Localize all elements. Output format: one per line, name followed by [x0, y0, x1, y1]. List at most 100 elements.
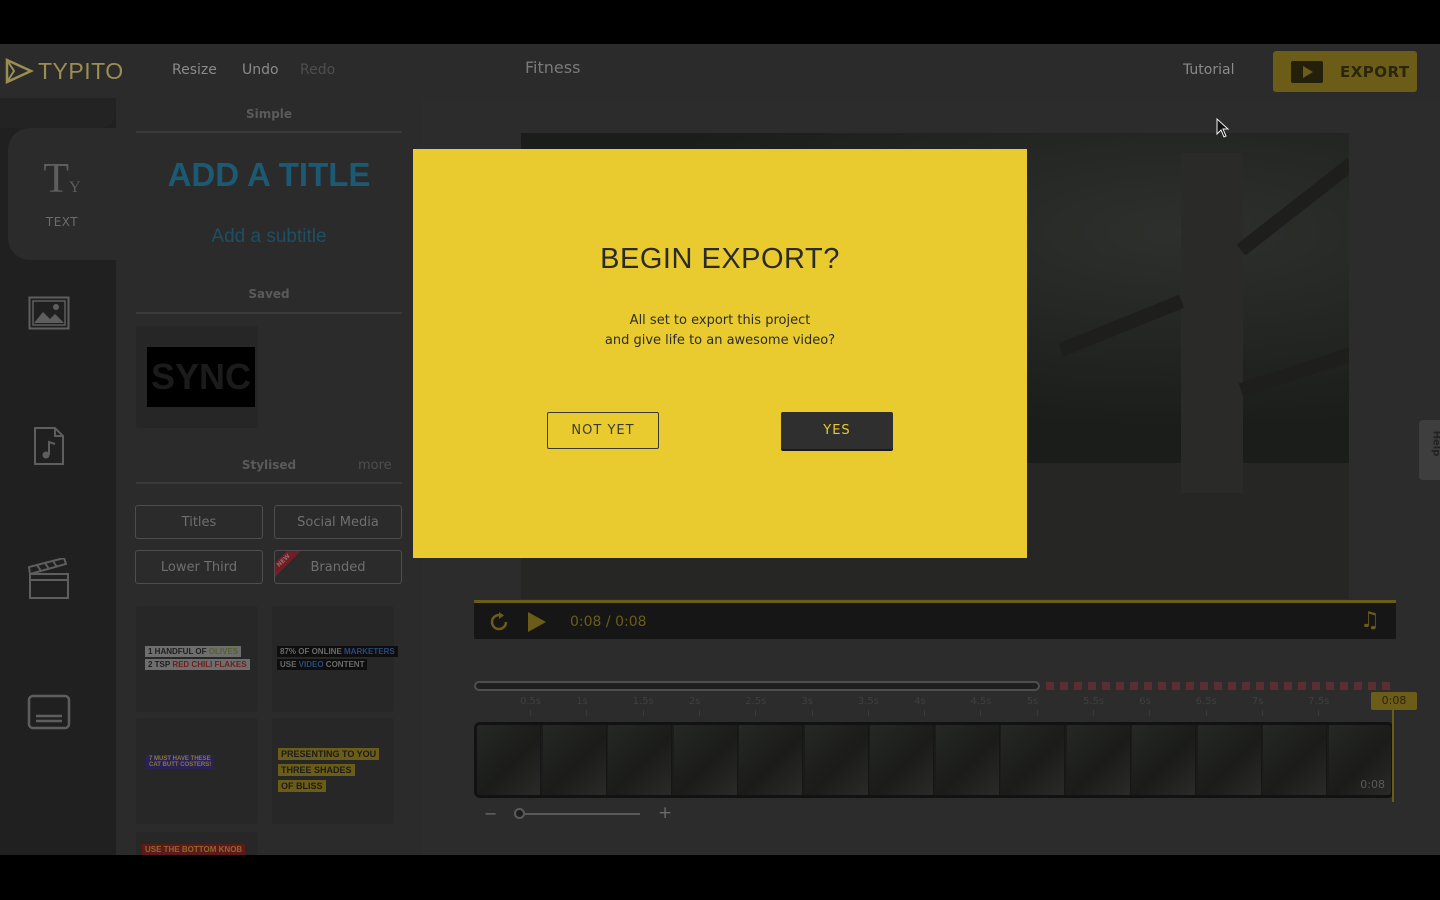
timeline-zoom: − + [480, 803, 680, 824]
playhead-time-label[interactable]: 0:08 [1371, 692, 1417, 710]
play-icon[interactable] [528, 612, 546, 632]
new-badge: NEW [275, 551, 301, 578]
template-text: 1 HANDFUL OF OLIVES [145, 646, 242, 657]
timeline-tick-label: 2s [688, 696, 701, 707]
rail-item-music[interactable] [33, 426, 65, 466]
timeline-tick-label: 3s [801, 696, 814, 707]
export-button[interactable]: EXPORT [1273, 51, 1417, 92]
clapperboard-icon [28, 558, 69, 599]
audio-track-bar[interactable] [474, 681, 1040, 691]
timeline-tick-mark [867, 710, 869, 716]
zoom-out-icon[interactable]: − [484, 804, 497, 823]
template-text: OF BLISS [278, 780, 326, 792]
logo-text: TYPITO [38, 57, 124, 84]
filmstrip-frame [1197, 725, 1262, 795]
filmstrip-frame [870, 725, 934, 795]
rail-item-text[interactable]: TY TEXT [30, 158, 94, 229]
timeline-tick-label: 5.5s [1083, 696, 1105, 707]
zoom-slider-knob[interactable] [514, 808, 525, 819]
fence-post [1181, 153, 1243, 493]
timeline-tick-label: 1.5s [632, 696, 654, 707]
category-branded-label: Branded [310, 559, 366, 575]
section-saved: Saved [248, 287, 290, 301]
player-controls: 0:08 / 0:08 ♫ [474, 600, 1396, 639]
logo-icon [5, 58, 34, 84]
template-text: 2 TSP RED CHILI FLAKES [145, 659, 250, 670]
filmstrip-frame [1001, 725, 1065, 795]
filmstrip-frame [1263, 725, 1327, 795]
timeline-tick-label: 3.5s [857, 696, 879, 707]
not-yet-button[interactable]: NOT YET [547, 412, 659, 449]
timeline-tick-mark [755, 710, 757, 716]
timeline-tick-mark [1261, 710, 1263, 716]
category-branded-button[interactable]: NEW Branded [274, 550, 402, 584]
divider [136, 482, 402, 484]
help-tab[interactable]: Help [1419, 420, 1440, 480]
filmstrip-frame [739, 725, 803, 795]
yes-button[interactable]: YES [781, 412, 893, 449]
redo-button[interactable]: Redo [300, 62, 335, 78]
playhead-line[interactable] [1392, 710, 1394, 802]
rail-item-clips[interactable] [28, 558, 70, 600]
timeline-tick-mark [1036, 710, 1038, 716]
filmstrip-frame [673, 725, 738, 795]
template-card[interactable]: PRESENTING TO YOU THREE SHADES OF BLISS [272, 718, 394, 824]
timeline-tick-label: 0.5s [520, 696, 542, 707]
timeline-tick-label: 1s [576, 696, 588, 707]
filmstrip-frame [935, 725, 1000, 795]
add-subtitle-preset[interactable]: Add a subtitle [136, 226, 402, 248]
template-text: THREE SHADES [278, 764, 355, 776]
zoom-slider-track[interactable] [518, 813, 640, 815]
category-lower-third-button[interactable]: Lower Third [135, 550, 263, 584]
saved-item-sync[interactable]: SYNC [147, 347, 255, 407]
typito-logo[interactable]: TYPITO [4, 56, 124, 86]
timeline-tick-mark [1093, 710, 1094, 716]
template-text: 7 MUST HAVE THESE CAT BUTT COSTERS! [146, 755, 215, 769]
filmstrip-frame [608, 725, 672, 795]
timeline-tick-label: 4s [914, 696, 926, 707]
text-icon: TY [43, 156, 81, 202]
template-text: USE VIDEO CONTENT [277, 659, 368, 670]
video-filmstrip[interactable]: 0:08 [474, 722, 1394, 798]
project-title[interactable]: Fitness [525, 58, 580, 77]
replay-icon[interactable] [488, 611, 510, 633]
template-card[interactable]: USE THE BOTTOM KNOB [136, 832, 258, 855]
export-confirm-dialog: BEGIN EXPORT? All set to export this pro… [413, 149, 1027, 558]
more-link[interactable]: more [358, 458, 392, 473]
template-card[interactable]: 1 HANDFUL OF OLIVES 2 TSP RED CHILI FLAK… [136, 606, 258, 712]
category-titles-button[interactable]: Titles [135, 505, 263, 539]
template-card[interactable]: 87% OF ONLINE MARKETERS USE VIDEO CONTEN… [272, 606, 398, 712]
rail-item-subtitles[interactable] [27, 694, 71, 730]
export-label: EXPORT [1340, 62, 1410, 81]
music-note-icon[interactable]: ♫ [1360, 610, 1380, 632]
rail-text-label: TEXT [45, 215, 79, 229]
rail-item-image[interactable] [28, 296, 70, 330]
timeline-tick-mark [924, 710, 926, 716]
trimmed-region [1046, 682, 1390, 690]
dialog-message: All set to export this project and give … [604, 313, 836, 348]
subtitles-icon [27, 694, 71, 730]
timeline-tick-mark [698, 710, 700, 716]
clip-end-time: 0:08 [1360, 778, 1385, 791]
rail-notch [0, 98, 116, 128]
timeline-tick-label: 7.5s [1308, 696, 1330, 707]
film-play-icon [1291, 60, 1323, 83]
tutorial-link[interactable]: Tutorial [1183, 62, 1234, 78]
template-card[interactable]: 7 MUST HAVE THESE CAT BUTT COSTERS! [136, 718, 258, 824]
mouse-cursor-icon [1216, 118, 1230, 138]
timeline-tick-mark [530, 710, 531, 716]
zoom-in-icon[interactable]: + [658, 803, 672, 823]
add-title-preset[interactable]: ADD A TITLE [136, 156, 402, 194]
timeline-tick-label: 4.5s [970, 696, 992, 707]
top-bar: TYPITO Resize Undo Redo Fitness Tutorial… [0, 44, 1440, 98]
undo-button[interactable]: Undo [242, 62, 279, 78]
dialog-title: BEGIN EXPORT? [600, 243, 840, 275]
timeline-tick-mark [586, 710, 588, 716]
resize-button[interactable]: Resize [172, 62, 217, 78]
filmstrip-frame [477, 725, 541, 795]
timeline-tick-label: 2.5s [745, 696, 767, 707]
filmstrip-frame [804, 725, 869, 795]
timeline-tick-mark [811, 710, 813, 716]
filmstrip-frame [1066, 725, 1131, 795]
category-social-media-button[interactable]: Social Media [274, 505, 402, 539]
